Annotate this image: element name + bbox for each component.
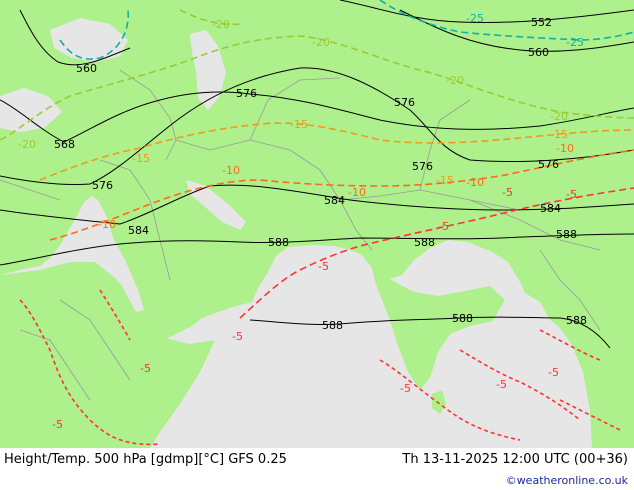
height-label: 576 xyxy=(394,96,415,109)
temp-label: -10 xyxy=(348,186,366,199)
height-label: 552 xyxy=(531,16,552,29)
height-label: 584 xyxy=(540,202,561,215)
temp-label: -5 xyxy=(566,188,577,201)
height-label: 576 xyxy=(538,158,559,171)
temp-label: -5 xyxy=(318,260,329,273)
temp-label: -10 xyxy=(222,164,240,177)
temp-label: -15 xyxy=(550,128,568,141)
height-label: 560 xyxy=(528,46,549,59)
height-label: 560 xyxy=(76,62,97,75)
temp-label: -25 xyxy=(566,36,584,49)
temp-label: -20 xyxy=(312,36,330,49)
temp-label: -15 xyxy=(132,152,150,165)
temp-label: -5 xyxy=(496,378,507,391)
temp-label: -5 xyxy=(502,186,513,199)
height-label: 588 xyxy=(452,312,473,325)
weather-map: 552 560 560 568 576 576 576 576 576 584 … xyxy=(0,0,634,448)
height-label: 588 xyxy=(566,314,587,327)
temp-label: -10 xyxy=(98,218,116,231)
temp-label: -5 xyxy=(438,220,449,233)
height-label: 588 xyxy=(268,236,289,249)
credit-link[interactable]: ©weatheronline.co.uk xyxy=(506,474,628,487)
temp-label: -5 xyxy=(548,366,559,379)
height-label: 588 xyxy=(556,228,577,241)
temp-label: -20 xyxy=(550,110,568,123)
temp-label: -10 xyxy=(556,142,574,155)
temp-label: -20 xyxy=(18,138,36,151)
temp-label: -25 xyxy=(466,12,484,25)
temp-label: -5 xyxy=(232,330,243,343)
temp-label: -20 xyxy=(446,74,464,87)
temp-label: -5 xyxy=(52,418,63,431)
valid-time: Th 13-11-2025 12:00 UTC (00+36) xyxy=(402,452,628,467)
height-label: 588 xyxy=(322,319,343,332)
height-label: 576 xyxy=(236,87,257,100)
map-footer: Height/Temp. 500 hPa [gdmp][°C] GFS 0.25… xyxy=(0,448,634,490)
map-canvas: 552 560 560 568 576 576 576 576 576 584 … xyxy=(0,0,634,448)
temp-label: -15 xyxy=(436,174,454,187)
temp-label: -15 xyxy=(290,118,308,131)
height-label: 568 xyxy=(54,138,75,151)
height-label: 576 xyxy=(412,160,433,173)
height-label: 588 xyxy=(414,236,435,249)
temp-label: -5 xyxy=(140,362,151,375)
height-label: 576 xyxy=(92,179,113,192)
map-title: Height/Temp. 500 hPa [gdmp][°C] GFS 0.25 xyxy=(4,452,287,467)
height-label: 584 xyxy=(128,224,149,237)
height-label: 584 xyxy=(324,194,345,207)
temp-label: -20 xyxy=(212,18,230,31)
temp-label: -10 xyxy=(466,176,484,189)
temp-label: -5 xyxy=(400,382,411,395)
